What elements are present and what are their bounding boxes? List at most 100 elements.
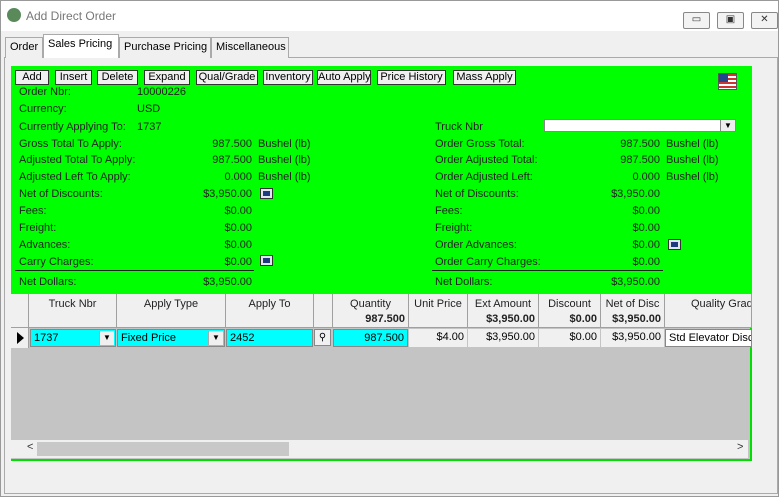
quantity-cell[interactable]: 987.500 (333, 329, 408, 347)
row-header-corner (11, 294, 29, 328)
tab-sales-pricing[interactable]: Sales Pricing (43, 34, 119, 58)
currency-value: USD (137, 103, 161, 115)
col-quantity-label: Quantity (350, 298, 391, 310)
order-net-dollars-value: $3,950.00 (611, 276, 660, 288)
adjusted-left-unit: Bushel (lb) (258, 171, 311, 183)
order-advances-label: Order Advances: (435, 239, 517, 251)
col-apply-type[interactable]: Apply Type (117, 294, 226, 328)
order-advances-detail-button[interactable] (668, 239, 681, 250)
gross-total-unit: Bushel (lb) (258, 138, 311, 150)
order-fees-value: $0.00 (632, 205, 660, 217)
scrollbar-thumb[interactable] (37, 442, 289, 456)
currency-label: Currency: (19, 103, 67, 115)
truck-nbr-label: Truck Nbr (435, 121, 483, 133)
advances-label: Advances: (19, 239, 71, 251)
apply-type-cell-value: Fixed Price (121, 332, 177, 344)
minimize-button[interactable]: ▭ (683, 12, 710, 29)
net-discounts-detail-button[interactable] (260, 188, 273, 199)
net-dollars-label: Net Dollars: (19, 276, 77, 288)
maximize-button[interactable]: ▣ (717, 12, 744, 29)
net-of-discounts-label: Net of Discounts: (19, 188, 103, 200)
applying-to-label: Currently Applying To: (19, 121, 126, 133)
apply-type-cell[interactable]: Fixed Price ▼ (117, 329, 225, 347)
window-title: Add Direct Order (26, 9, 117, 23)
col-lookup (314, 294, 333, 328)
delete-button[interactable]: Delete (97, 70, 138, 85)
expand-button[interactable]: Expand (144, 70, 190, 85)
title-bar: Add Direct Order ▭ ▣ ✕ (1, 1, 778, 31)
applying-to-value: 1737 (137, 121, 162, 133)
mass-apply-button[interactable]: Mass Apply (453, 70, 516, 85)
quality-grade-cell[interactable]: Std Elevator Disc (665, 329, 752, 347)
ext-amount-cell: $3,950.00 (468, 329, 538, 347)
order-gross-value: 987.500 (620, 138, 660, 150)
discount-cell: $0.00 (539, 329, 600, 347)
quantity-total: 987.500 (365, 313, 405, 325)
adjusted-total-value: 987.500 (212, 154, 252, 166)
us-flag-icon[interactable] (718, 73, 737, 90)
net-of-disc-total: $3,950.00 (612, 313, 661, 325)
carry-charges-value: $0.00 (224, 256, 252, 268)
left-total-divider (15, 270, 254, 271)
tab-purchase-pricing[interactable]: Purchase Pricing (119, 37, 211, 58)
inventory-button[interactable]: Inventory (263, 70, 313, 85)
apply-to-cell[interactable]: 2452 (226, 329, 313, 347)
insert-button[interactable]: Insert (55, 70, 92, 85)
fees-value: $0.00 (224, 205, 252, 217)
auto-apply-button[interactable]: Auto Apply (317, 70, 371, 85)
order-nbr-value: 10000226 (137, 86, 186, 98)
horizontal-scrollbar[interactable]: < > (11, 440, 748, 458)
right-total-divider (432, 270, 663, 271)
gross-total-label: Gross Total To Apply: (19, 138, 122, 150)
freight-label: Freight: (19, 222, 57, 234)
chevron-down-icon[interactable]: ▼ (208, 331, 223, 345)
order-freight-label: Freight: (435, 222, 473, 234)
col-ext-amount-label: Ext Amount (474, 298, 532, 310)
col-quality-grade[interactable]: Quality Grad (665, 294, 752, 328)
col-unit-price[interactable]: Unit Price (409, 294, 468, 328)
truck-nbr-cell[interactable]: 1737 ▼ (30, 329, 116, 347)
col-net-of-disc[interactable]: Net of Disc $3,950.00 (601, 294, 665, 328)
discount-total: $0.00 (569, 313, 597, 325)
truck-nbr-combo[interactable]: ▼ (544, 119, 736, 132)
truck-nbr-cell-value: 1737 (34, 332, 59, 344)
order-adjusted-left-unit: Bushel (lb) (666, 171, 719, 183)
price-history-button[interactable]: Price History (377, 70, 446, 85)
row-selector[interactable] (11, 328, 29, 348)
chevron-down-icon[interactable]: ▼ (99, 331, 114, 345)
col-truck-nbr[interactable]: Truck Nbr (29, 294, 117, 328)
order-net-dollars-label: Net Dollars: (435, 276, 493, 288)
order-freight-value: $0.00 (632, 222, 660, 234)
scroll-right-arrow[interactable]: > (737, 441, 743, 453)
carry-charges-detail-button[interactable] (260, 255, 273, 266)
pricing-grid: Truck Nbr Apply Type Apply To Quantity 9… (11, 294, 752, 461)
col-discount[interactable]: Discount $0.00 (539, 294, 601, 328)
col-quantity[interactable]: Quantity 987.500 (333, 294, 409, 328)
advances-value: $0.00 (224, 239, 252, 251)
fees-label: Fees: (19, 205, 47, 217)
order-advances-value: $0.00 (632, 239, 660, 251)
col-apply-to[interactable]: Apply To (226, 294, 314, 328)
order-fees-label: Fees: (435, 205, 463, 217)
adjusted-total-label: Adjusted Total To Apply: (19, 154, 136, 166)
col-net-of-disc-label: Net of Disc (605, 298, 660, 310)
gross-total-value: 987.500 (212, 138, 252, 150)
tab-order[interactable]: Order (5, 37, 43, 58)
order-adjusted-left-value: 0.000 (632, 171, 660, 183)
add-button[interactable]: Add (15, 70, 49, 85)
adjusted-left-value: 0.000 (224, 171, 252, 183)
order-adjusted-value: 987.500 (620, 154, 660, 166)
col-ext-amount[interactable]: Ext Amount $3,950.00 (468, 294, 539, 328)
search-icon[interactable]: ⚲ (314, 329, 331, 346)
scroll-left-arrow[interactable]: < (27, 441, 33, 453)
unit-price-cell: $4.00 (409, 329, 467, 347)
app-icon (7, 8, 21, 22)
close-button[interactable]: ✕ (751, 12, 778, 29)
tab-miscellaneous[interactable]: Miscellaneous (211, 37, 289, 58)
order-gross-label: Order Gross Total: (435, 138, 525, 150)
chevron-down-icon[interactable]: ▼ (720, 120, 735, 131)
net-of-disc-cell: $3,950.00 (601, 329, 664, 347)
order-net-discounts-value: $3,950.00 (611, 188, 660, 200)
adjusted-total-unit: Bushel (lb) (258, 154, 311, 166)
qual-grade-button[interactable]: Qual/Grade (196, 70, 258, 85)
